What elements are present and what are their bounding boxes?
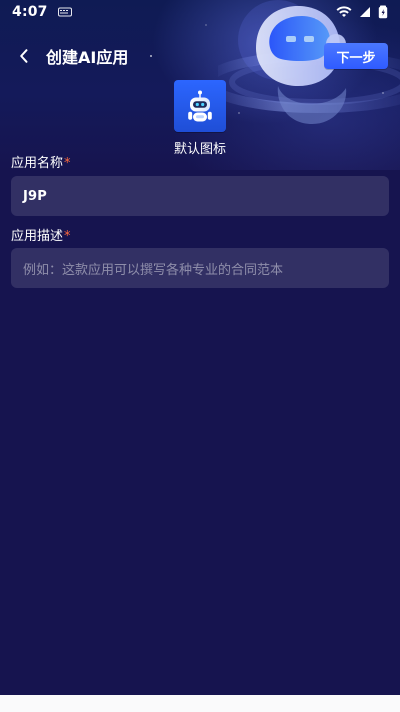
- sparkle-decoration: [205, 24, 207, 26]
- app-description-placeholder: 例如：这款应用可以撰写各种专业的合同范本: [23, 262, 284, 278]
- top-app-bar: 创建AI应用 下一步: [0, 33, 400, 79]
- app-name-input-value: J9P: [23, 188, 48, 204]
- app-description-label: 应用描述*: [11, 225, 71, 244]
- required-asterisk: *: [64, 156, 71, 171]
- default-icon-button[interactable]: [174, 80, 226, 132]
- required-asterisk: *: [64, 229, 71, 244]
- battery-charging-icon: [378, 5, 388, 19]
- app-name-input[interactable]: J9P: [11, 176, 389, 216]
- chevron-left-icon: [20, 49, 28, 63]
- status-time: 4:07: [12, 4, 48, 20]
- keyboard-icon: [57, 7, 72, 17]
- app-description-input[interactable]: 例如：这款应用可以撰写各种专业的合同范本: [11, 248, 389, 288]
- status-bar: 4:07: [0, 0, 400, 24]
- app-description-label-text: 应用描述: [11, 229, 64, 244]
- wifi-icon: [336, 6, 352, 17]
- next-step-button[interactable]: 下一步: [324, 43, 388, 69]
- robot-icon: [188, 90, 212, 122]
- status-right-icons: [336, 5, 388, 19]
- page-title: 创建AI应用: [46, 48, 129, 67]
- app-name-label: 应用名称*: [11, 152, 71, 171]
- gesture-navigation-area: [0, 695, 400, 712]
- back-button[interactable]: [10, 42, 38, 70]
- signal-icon: [360, 7, 370, 17]
- app-name-label-text: 应用名称: [11, 156, 64, 171]
